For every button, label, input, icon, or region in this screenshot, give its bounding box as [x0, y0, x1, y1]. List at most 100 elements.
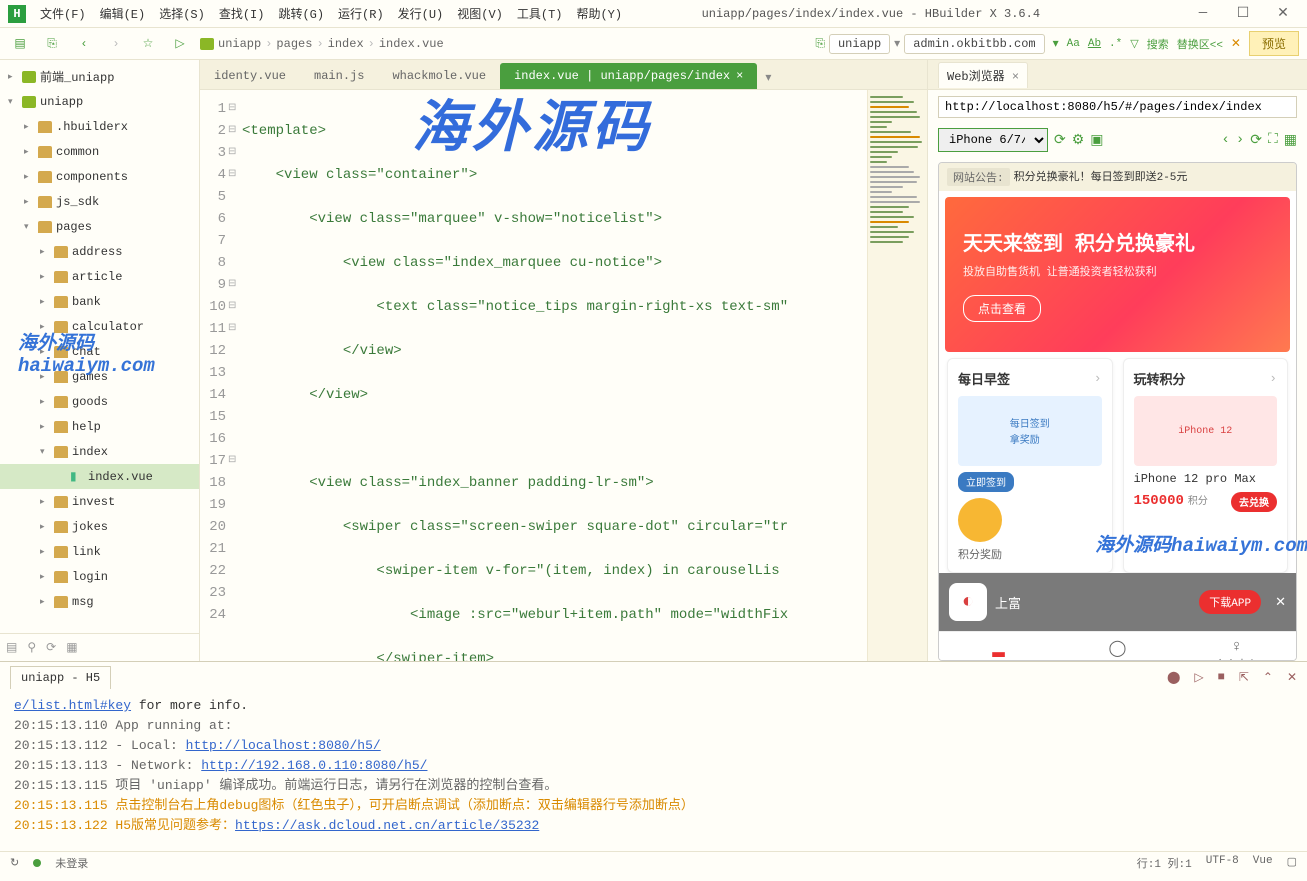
menu-goto[interactable]: 跳转(G) [272, 3, 330, 24]
console-link[interactable]: http://192.168.0.110:8080/h5/ [201, 758, 427, 773]
stop-icon[interactable]: ■ [1218, 670, 1225, 685]
tab-active[interactable]: index.vue | uniapp/pages/index× [500, 63, 757, 89]
menu-find[interactable]: 查找(I) [213, 3, 271, 24]
maximize-button[interactable]: ☐ [1227, 5, 1259, 22]
tree-folder[interactable]: ▸components [0, 164, 199, 189]
settings-icon[interactable]: ⚙ [1072, 132, 1085, 149]
minimize-button[interactable]: — [1187, 5, 1219, 22]
tree-folder[interactable]: ▸calculator [0, 314, 199, 339]
tree-folder[interactable]: ▸msg [0, 589, 199, 614]
hero-button[interactable]: 点击查看 [963, 295, 1041, 322]
tab-whackmole[interactable]: whackmole.vue [378, 63, 500, 89]
reload-icon[interactable]: ⟳ [1250, 132, 1262, 149]
tree-folder[interactable]: ▸invest [0, 489, 199, 514]
tree-root2[interactable]: ▾uniapp [0, 89, 199, 114]
menu-view[interactable]: 视图(V) [451, 3, 509, 24]
tree-folder[interactable]: ▸bank [0, 289, 199, 314]
sync-icon[interactable]: ↻ [10, 856, 19, 870]
download-app-button[interactable]: 下载APP [1199, 590, 1261, 614]
menu-publish[interactable]: 发行(U) [392, 3, 450, 24]
back-icon[interactable]: ‹ [72, 32, 96, 56]
console-link[interactable]: https://ask.dcloud.net.cn/article/35232 [235, 818, 539, 833]
qr-icon[interactable]: ▦ [1284, 132, 1297, 149]
sidebar-icon[interactable]: ⚲ [27, 640, 36, 655]
console-tab[interactable]: uniapp - H5 [10, 666, 111, 689]
new-file-icon[interactable]: ▤ [8, 32, 32, 56]
tree-folder[interactable]: ▸jokes [0, 514, 199, 539]
tree-folder[interactable]: ▸address [0, 239, 199, 264]
breadcrumb-0[interactable]: uniapp [218, 37, 261, 51]
close-button[interactable]: ✕ [1267, 5, 1299, 22]
star-icon[interactable]: ☆ [136, 32, 160, 56]
maximize-icon[interactable]: ⛶ [1268, 132, 1278, 148]
filter-icon[interactable]: ▽ [1130, 37, 1138, 51]
tree-folder[interactable]: ▸js_sdk [0, 189, 199, 214]
tree-folder[interactable]: ▸goods [0, 389, 199, 414]
tree-folder-index[interactable]: ▾index [0, 439, 199, 464]
bug-icon[interactable]: ⬤ [1167, 670, 1180, 685]
tree-folder[interactable]: ▸help [0, 414, 199, 439]
menu-tools[interactable]: 工具(T) [511, 3, 569, 24]
signin-button[interactable]: 立即签到 [958, 472, 1014, 492]
menu-run[interactable]: 运行(R) [332, 3, 390, 24]
ab-icon[interactable]: Ab [1088, 38, 1101, 50]
menu-help[interactable]: 帮助(Y) [570, 3, 628, 24]
tree-folder[interactable]: ▸login [0, 564, 199, 589]
play-icon[interactable]: ▷ [1194, 670, 1203, 685]
tree-folder[interactable]: ▸games [0, 364, 199, 389]
console-output[interactable]: e/list.html#key for more info. 20:15:13.… [0, 692, 1307, 851]
tree-folder[interactable]: ▸article [0, 264, 199, 289]
tab-identy[interactable]: identy.vue [200, 63, 300, 89]
nav-profile[interactable]: ♀个人中心 [1177, 632, 1296, 661]
replace-label[interactable]: 替换区<< [1177, 36, 1223, 52]
refresh-icon[interactable]: ⟳ [1054, 132, 1066, 149]
notify-icon[interactable]: ▢ [1287, 855, 1297, 871]
close-search-icon[interactable]: ✕ [1231, 36, 1241, 51]
exchange-button[interactable]: 去兑换 [1231, 492, 1277, 512]
menu-file[interactable]: 文件(F) [34, 3, 92, 24]
regex-icon[interactable]: .* [1109, 38, 1122, 50]
sidebar-icon[interactable]: ⟳ [46, 640, 56, 655]
close-icon[interactable]: ✕ [1287, 670, 1297, 685]
forward-icon[interactable]: › [1236, 132, 1244, 148]
sidebar-icon[interactable]: ▤ [6, 640, 17, 655]
breadcrumb-1[interactable]: pages [276, 37, 312, 51]
breadcrumb-3[interactable]: index.vue [379, 37, 444, 51]
close-icon[interactable]: ✕ [1275, 595, 1286, 610]
tree-folder[interactable]: ▸link [0, 539, 199, 564]
card-signin[interactable]: 每日早签› 每日签到 拿奖励 立即签到 积分奖励 [947, 358, 1113, 573]
tree-folder[interactable]: ▸common [0, 139, 199, 164]
device-selector[interactable]: iPhone 6/7/8 [938, 128, 1048, 152]
save-icon[interactable]: ⎘ [40, 32, 64, 56]
preview-button[interactable]: 预览 [1249, 31, 1299, 56]
tabs-more-icon[interactable]: ▾ [757, 66, 779, 89]
sidebar-icon[interactable]: ▦ [66, 640, 77, 655]
close-tab-icon[interactable]: × [736, 69, 743, 83]
back-icon[interactable]: ‹ [1221, 132, 1229, 148]
close-icon[interactable]: × [1012, 70, 1019, 84]
forward-icon[interactable]: › [104, 32, 128, 56]
tab-mainjs[interactable]: main.js [300, 63, 378, 89]
chevron-down-icon[interactable]: ▾ [1053, 36, 1059, 51]
collapse-icon[interactable]: ⌃ [1263, 670, 1273, 685]
aa-icon[interactable]: Aa [1067, 38, 1080, 50]
console-icon[interactable]: ▣ [1090, 132, 1103, 149]
minimap[interactable] [867, 90, 927, 661]
tree-folder-pages[interactable]: ▾pages [0, 214, 199, 239]
tree-folder[interactable]: ▸.hbuilderx [0, 114, 199, 139]
encoding[interactable]: UTF-8 [1206, 855, 1239, 871]
code-body[interactable]: <template> <view class="container"> <vie… [242, 90, 867, 661]
language-mode[interactable]: Vue [1253, 855, 1273, 871]
search-label[interactable]: 搜索 [1147, 36, 1169, 52]
login-status[interactable]: 未登录 [55, 855, 88, 871]
hero-banner[interactable]: 天天来签到 积分兑换豪礼 投放自助售货机 让普通投资者轻松获利 点击查看 [945, 197, 1290, 352]
nav-support[interactable]: ◯联系客服 [1058, 632, 1177, 661]
menu-edit[interactable]: 编辑(E) [94, 3, 152, 24]
console-link[interactable]: http://localhost:8080/h5/ [186, 738, 381, 753]
menu-select[interactable]: 选择(S) [153, 3, 211, 24]
card-points[interactable]: 玩转积分› iPhone 12 iPhone 12 pro Max 150000… [1123, 358, 1289, 573]
tree-folder[interactable]: ▸chat [0, 339, 199, 364]
tree-file-indexvue[interactable]: ▮index.vue [0, 464, 199, 489]
run-icon[interactable]: ▷ [168, 32, 192, 56]
export-icon[interactable]: ⇱ [1239, 670, 1249, 685]
